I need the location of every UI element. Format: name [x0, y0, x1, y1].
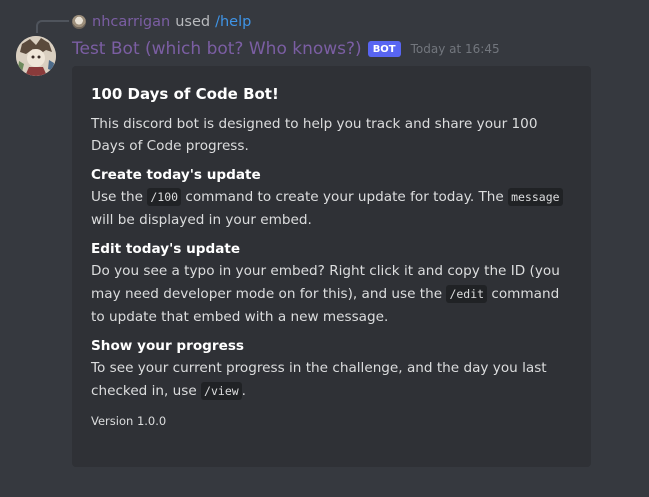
field-text: Use the — [91, 189, 148, 205]
embed-footer: Version 1.0.0 — [91, 414, 167, 428]
bot-avatar[interactable] — [16, 36, 56, 76]
bot-tag-badge: BOT — [367, 41, 401, 57]
field-text: will be displayed in your embed. — [91, 212, 312, 228]
message-timestamp[interactable]: Today at 16:45 — [411, 42, 500, 56]
field-value: Do you see a typo in your embed? Right c… — [91, 260, 575, 329]
message-header: Test Bot (which bot? Who knows?) BOT Tod… — [72, 37, 500, 61]
reply-spine — [36, 20, 69, 33]
field-value: To see your current progress in the chal… — [91, 357, 575, 403]
message: nhcarrigan used /help Test Bot (which bo… — [0, 0, 649, 497]
inline-code: /edit — [446, 285, 488, 303]
field-text: command to create your update for today.… — [181, 189, 509, 205]
field-name: Show your progress — [91, 338, 245, 354]
reply-username[interactable]: nhcarrigan — [92, 14, 170, 30]
inline-code: message — [508, 188, 563, 206]
field-text: To see your current progress in the chal… — [91, 360, 547, 399]
embed-field-edit: Edit today's update Do you see a typo in… — [91, 238, 575, 329]
field-name: Create today's update — [91, 167, 261, 183]
bot-username[interactable]: Test Bot (which bot? Who knows?) — [72, 39, 362, 59]
inline-code: /view — [201, 382, 242, 400]
field-name: Edit today's update — [91, 241, 241, 257]
reply-command-link[interactable]: /help — [215, 14, 251, 30]
embed-field-create: Create today's update Use the /100 comma… — [91, 164, 575, 232]
embed: 100 Days of Code Bot! This discord bot i… — [72, 66, 591, 467]
embed-field-progress: Show your progress To see your current p… — [91, 335, 575, 403]
inline-code: /100 — [147, 188, 182, 206]
reply-used-text: used — [175, 14, 211, 30]
field-text: . — [241, 383, 246, 399]
field-value: Use the /100 command to create your upda… — [91, 186, 575, 232]
embed-title: 100 Days of Code Bot! — [91, 85, 279, 103]
embed-description: This discord bot is designed to help you… — [91, 116, 538, 154]
reply-context[interactable]: nhcarrigan used /help — [72, 12, 251, 32]
bot-avatar-icon — [16, 36, 56, 76]
user-avatar-icon[interactable] — [72, 15, 86, 29]
